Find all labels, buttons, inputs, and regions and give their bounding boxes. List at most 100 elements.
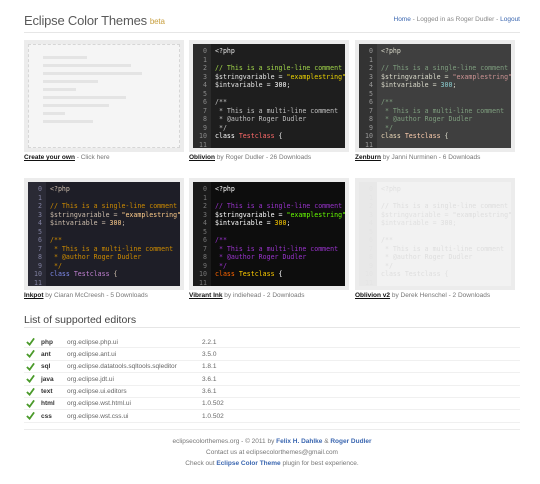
code-preview-oblivion-v2[interactable]: 0 1 2 3 4 5 6 7 8 9 10 11 <?php // This is a single-l…	[359, 182, 511, 286]
author-link-felix[interactable]: Felix H. Dahlke	[276, 438, 322, 445]
editor-version: 3.6.1	[202, 375, 217, 383]
editor-plugin: org.eclipse.ui.editors	[67, 388, 127, 396]
line-number: 10	[199, 132, 207, 140]
editor-name: java	[41, 375, 54, 383]
line-number: 10	[365, 132, 373, 140]
site-logo[interactable]: Eclipse Color Themes beta	[24, 13, 165, 28]
line-number: 6	[203, 236, 207, 244]
code-line: /**	[215, 236, 227, 244]
code-line: class Testclass {	[50, 270, 118, 278]
code-line: $stringvariable = "examplestring";	[50, 210, 180, 219]
theme-name-link[interactable]: Zenburn	[355, 154, 381, 161]
theme-byline: - Click here	[74, 154, 110, 161]
code-line: * This is a multi-line comment	[381, 106, 505, 115]
line-number: 10	[34, 270, 42, 278]
code-line: * @author Roger Dudler	[215, 115, 307, 123]
code-body: <?php // This is a single-line comment $st…	[215, 185, 345, 286]
plugin-note-post: plugin for best experience.	[280, 460, 359, 467]
theme-caption: Vibrant Ink by indiehead - 2 Downloads	[189, 292, 349, 299]
editor-row: html org.eclipse.wst.html.ui 1.0.502	[24, 398, 520, 411]
theme-card-create[interactable]: Create your own - Click here	[24, 40, 184, 161]
code-line: * @author Roger Dudler	[215, 253, 307, 261]
code-line: $stringvariable = "examplestring";	[381, 210, 511, 219]
editor-name: php	[41, 338, 53, 346]
theme-name-link[interactable]: Vibrant Ink	[189, 292, 222, 299]
line-number-gutter: 0 1 2 3 4 5 6 7 8 9 10 11	[193, 44, 211, 148]
theme-card-zenburn[interactable]: 0 1 2 3 4 5 6 7 8 9 10 11 <?php // This is a single-l…	[355, 40, 515, 161]
theme-card-oblivion-v2[interactable]: 0 1 2 3 4 5 6 7 8 9 10 11 <?php // This is a single-l…	[355, 178, 515, 299]
code-line: /**	[381, 98, 393, 106]
theme-name-link[interactable]: Oblivion v2	[355, 292, 390, 299]
editors-section-title: List of supported editors	[24, 314, 137, 326]
theme-byline: by Derek Henschel - 2 Downloads	[390, 292, 491, 299]
footer-plugin-note: Check out Eclipse Color Theme plugin for…	[24, 458, 520, 469]
copyright-text: eclipsecolorthemes.org - © 2011 by	[172, 438, 277, 445]
code-preview-vibrant-ink[interactable]: 0 1 2 3 4 5 6 7 8 9 10 11 <?php // This is a single-l…	[193, 182, 345, 286]
line-number: 1	[203, 193, 207, 202]
line-number: 5	[369, 227, 373, 236]
theme-name-link[interactable]: Oblivion	[189, 154, 215, 161]
line-number: 11	[34, 278, 42, 287]
line-number: 0	[38, 185, 42, 193]
line-number: 11	[365, 278, 373, 287]
code-line: $intvariable = 300;	[381, 81, 457, 89]
home-link[interactable]: Home	[394, 16, 411, 23]
line-number: 4	[203, 81, 207, 89]
plugin-link[interactable]: Eclipse Color Theme	[216, 460, 280, 467]
line-number: 8	[203, 253, 207, 261]
code-line: // This is a single-line comment	[381, 202, 509, 210]
footer: eclipsecolorthemes.org - © 2011 by Felix…	[24, 436, 520, 469]
code-line: $stringvariable = "examplestring";	[381, 72, 511, 81]
check-icon	[26, 337, 35, 346]
author-link-roger[interactable]: Roger Dudler	[330, 438, 371, 445]
code-preview-oblivion[interactable]: 0 1 2 3 4 5 6 7 8 9 10 11 <?php // This is a single-l…	[193, 44, 345, 148]
editor-row: php org.eclipse.php.ui 2.2.1	[24, 336, 520, 349]
theme-caption: Oblivion v2 by Derek Henschel - 2 Downlo…	[355, 292, 515, 299]
editor-plugin: org.eclipse.ant.ui	[67, 350, 117, 358]
theme-preview-frame	[24, 40, 184, 152]
theme-preview-frame: 0 1 2 3 4 5 6 7 8 9 10 11 <?php // This is a single-l…	[355, 40, 515, 152]
line-number: 3	[369, 210, 373, 219]
code-line: <?php	[215, 185, 235, 193]
code-line: * This is a multi-line comment	[50, 244, 174, 253]
theme-byline: by Janni Nurminen - 6 Downloads	[381, 154, 481, 161]
theme-card-inkpot[interactable]: 0 1 2 3 4 5 6 7 8 9 10 11 <?php // This is a single-l…	[24, 178, 184, 299]
editor-plugin: org.eclipse.datatools.sqltools.sqleditor	[67, 363, 177, 371]
line-number: 6	[38, 236, 42, 244]
code-line: <?php	[215, 47, 235, 55]
editor-row: sql org.eclipse.datatools.sqltools.sqled…	[24, 361, 520, 374]
theme-caption: Create your own - Click here	[24, 154, 184, 161]
create-theme-placeholder[interactable]	[28, 44, 180, 148]
code-preview-inkpot[interactable]: 0 1 2 3 4 5 6 7 8 9 10 11 <?php // This is a single-l…	[28, 182, 180, 286]
editor-row: ant org.eclipse.ant.ui 3.5.0	[24, 348, 520, 361]
footer-copyright: eclipsecolorthemes.org - © 2011 by Felix…	[24, 436, 520, 447]
code-line: <?php	[381, 47, 401, 55]
code-line: * @author Roger Dudler	[50, 253, 142, 261]
theme-name-link[interactable]: Create your own	[24, 154, 75, 161]
theme-preview-frame: 0 1 2 3 4 5 6 7 8 9 10 11 <?php // This is a single-l…	[189, 40, 349, 152]
code-preview-zenburn[interactable]: 0 1 2 3 4 5 6 7 8 9 10 11 <?php // This is a single-l…	[359, 44, 511, 148]
theme-card-oblivion[interactable]: 0 1 2 3 4 5 6 7 8 9 10 11 <?php // This is a single-l…	[189, 40, 349, 161]
line-number: 3	[38, 210, 42, 219]
line-number: 1	[38, 193, 42, 202]
check-icon	[26, 399, 35, 408]
line-number: 2	[203, 64, 207, 72]
beta-badge: beta	[149, 17, 165, 26]
line-number: 4	[369, 81, 373, 89]
check-icon	[26, 387, 35, 396]
code-line: $intvariable = 300;	[381, 219, 457, 227]
line-number: 3	[203, 72, 207, 81]
theme-card-vibrant-ink[interactable]: 0 1 2 3 4 5 6 7 8 9 10 11 <?php // This is a single-l…	[189, 178, 349, 299]
top-nav: Home - Logged in as Roger Dudler - Logou…	[394, 16, 521, 23]
editor-version: 3.6.1	[202, 388, 217, 396]
theme-name-link[interactable]: Inkpot	[24, 292, 44, 299]
code-line: * @author Roger Dudler	[381, 115, 473, 123]
logout-link[interactable]: Logout	[500, 16, 520, 23]
code-line: /**	[381, 236, 393, 244]
